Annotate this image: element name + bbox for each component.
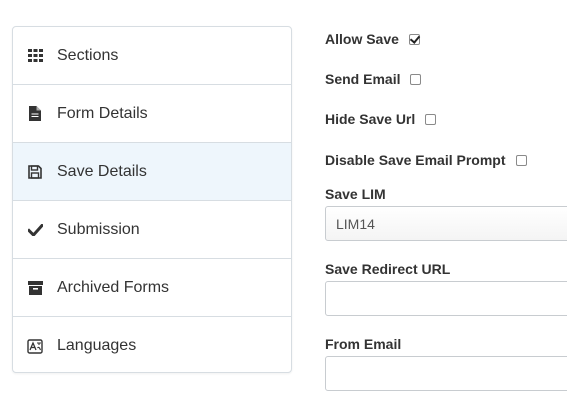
allow-save-checkbox[interactable] xyxy=(408,33,420,45)
save-redirect-url-label: Save Redirect URL xyxy=(325,261,451,277)
grid-icon xyxy=(27,48,43,64)
sidebar-item-label: Submission xyxy=(57,220,140,238)
sidebar-item-label: Save Details xyxy=(57,162,147,180)
save-lim-select[interactable]: LIM14 xyxy=(325,206,567,241)
sidebar-item-label: Form Details xyxy=(57,104,148,122)
language-icon xyxy=(27,338,43,354)
allow-save-label: Allow Save xyxy=(325,31,399,47)
disable-save-email-prompt-row[interactable]: Disable Save Email Prompt xyxy=(325,152,527,168)
archive-box-icon xyxy=(27,280,43,296)
from-email-input[interactable] xyxy=(325,356,567,391)
sidebar-item-submission[interactable]: Submission xyxy=(13,201,291,259)
settings-sidebar: Sections Form Details Save Details Submi… xyxy=(12,26,292,373)
save-lim-label: Save LIM xyxy=(325,186,386,202)
sidebar-item-label: Languages xyxy=(57,337,137,354)
send-email-checkbox[interactable] xyxy=(410,73,422,85)
sidebar-item-label: Archived Forms xyxy=(57,278,170,296)
send-email-row[interactable]: Send Email xyxy=(325,71,422,87)
hide-save-url-row[interactable]: Hide Save Url xyxy=(325,111,437,127)
sidebar-item-languages[interactable]: Languages xyxy=(13,317,291,375)
save-lim-value: LIM14 xyxy=(336,215,375,232)
send-email-label: Send Email xyxy=(325,71,401,87)
disable-save-email-prompt-label: Disable Save Email Prompt xyxy=(325,152,506,168)
hide-save-url-checkbox[interactable] xyxy=(425,113,437,125)
sidebar-item-archived-forms[interactable]: Archived Forms xyxy=(13,259,291,317)
hide-save-url-label: Hide Save Url xyxy=(325,111,416,127)
checkmark-icon xyxy=(27,222,43,238)
sidebar-item-form-details[interactable]: Form Details xyxy=(13,85,291,143)
from-email-label: From Email xyxy=(325,336,402,352)
sidebar-item-label: Sections xyxy=(57,46,119,64)
sidebar-item-sections[interactable]: Sections xyxy=(13,27,291,85)
allow-save-row[interactable]: Allow Save xyxy=(325,31,420,47)
sidebar-item-save-details[interactable]: Save Details xyxy=(13,143,291,201)
disable-save-email-prompt-checkbox[interactable] xyxy=(515,154,527,166)
document-icon xyxy=(27,106,43,122)
save-redirect-url-input[interactable] xyxy=(325,281,567,316)
floppy-disk-icon xyxy=(27,164,43,180)
